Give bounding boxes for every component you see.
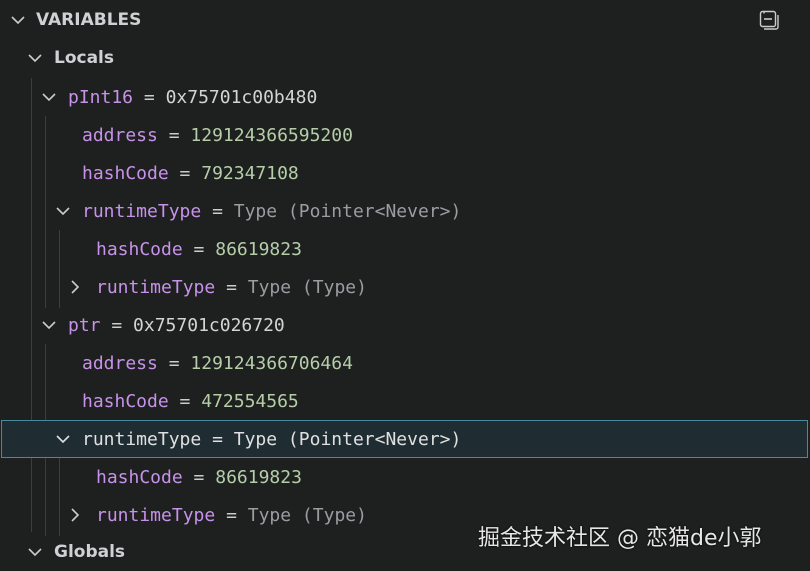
variable-row-runtimetype-selected[interactable]: runtimeType = Type (Pointer<Never>) (1, 420, 808, 458)
chevron-down-icon[interactable] (26, 543, 44, 561)
variable-value: 792347108 (201, 162, 299, 184)
equals-sign: = (143, 86, 155, 108)
chevron-down-icon[interactable] (54, 430, 72, 448)
variable-name: runtimeType (82, 200, 202, 222)
variable-row-ptr[interactable]: ptr = 0x75701c026720 (0, 306, 810, 344)
variable-value: 129124366595200 (190, 124, 353, 146)
variable-value: 0x75701c026720 (133, 314, 285, 336)
variable-row-runtimetype[interactable]: runtimeType = Type (Pointer<Never>) (0, 192, 810, 230)
variable-value: 129124366706464 (190, 352, 353, 374)
variable-value: 0x75701c00b480 (165, 86, 318, 108)
chevron-right-icon[interactable] (66, 278, 84, 296)
variable-row-hashcode[interactable]: hashCode = 472554565 (0, 382, 810, 420)
chevron-down-icon[interactable] (26, 49, 44, 67)
variable-name: hashCode (96, 466, 183, 488)
equals-sign: = (212, 428, 223, 450)
equals-sign: = (111, 314, 123, 336)
equals-sign: = (226, 276, 237, 298)
variable-name: address (82, 124, 158, 146)
variable-value: Type (Type) (247, 276, 367, 298)
variable-name: address (82, 352, 158, 374)
locals-scope[interactable]: Locals (0, 39, 810, 77)
variable-value: 86619823 (215, 238, 302, 260)
variable-name: runtimeType (96, 276, 216, 298)
variable-row-hashcode[interactable]: hashCode = 86619823 (0, 230, 810, 268)
variables-section-header[interactable]: VARIABLES (0, 1, 810, 39)
variable-name: hashCode (96, 238, 183, 260)
chevron-right-icon[interactable] (66, 506, 84, 524)
variable-row-pint16[interactable]: pInt16 = 0x75701c00b480 (0, 78, 810, 116)
equals-sign: = (212, 200, 223, 222)
equals-sign: = (193, 466, 205, 488)
variable-row-hashcode[interactable]: hashCode = 86619823 (0, 458, 810, 496)
equals-sign: = (226, 504, 237, 526)
variable-value: Type (Pointer<Never>) (233, 428, 462, 450)
globals-label: Globals (54, 542, 126, 562)
variable-name: runtimeType (96, 504, 216, 526)
variable-name: runtimeType (82, 428, 202, 450)
equals-sign: = (179, 162, 191, 184)
locals-label: Locals (54, 48, 115, 68)
chevron-down-icon[interactable] (9, 11, 27, 29)
section-title: VARIABLES (36, 10, 142, 30)
variable-value: 472554565 (201, 390, 299, 412)
variable-row-hashcode[interactable]: hashCode = 792347108 (0, 154, 810, 192)
variable-row-address[interactable]: address = 129124366595200 (0, 116, 810, 154)
variable-row-runtimetype[interactable]: runtimeType = Type (Type) (0, 268, 810, 306)
watermark: 掘金技术社区 @ 恋猫de小郭 (478, 526, 762, 551)
variable-value: Type (Type) (247, 504, 367, 526)
variable-name: hashCode (82, 390, 169, 412)
chevron-down-icon[interactable] (40, 88, 58, 106)
variable-name: ptr (68, 314, 101, 336)
collapse-all-icon[interactable] (758, 9, 780, 31)
equals-sign: = (179, 390, 191, 412)
variable-name: pInt16 (68, 86, 134, 108)
variables-panel: VARIABLES Locals pInt16 = 0x75701c00b480… (0, 0, 810, 569)
equals-sign: = (168, 352, 180, 374)
chevron-down-icon[interactable] (40, 316, 58, 334)
variable-row-address[interactable]: address = 129124366706464 (0, 344, 810, 382)
variable-value: 86619823 (215, 466, 302, 488)
variable-value: Type (Pointer<Never>) (233, 200, 462, 222)
chevron-down-icon[interactable] (54, 202, 72, 220)
equals-sign: = (168, 124, 180, 146)
equals-sign: = (193, 238, 205, 260)
variable-name: hashCode (82, 162, 169, 184)
